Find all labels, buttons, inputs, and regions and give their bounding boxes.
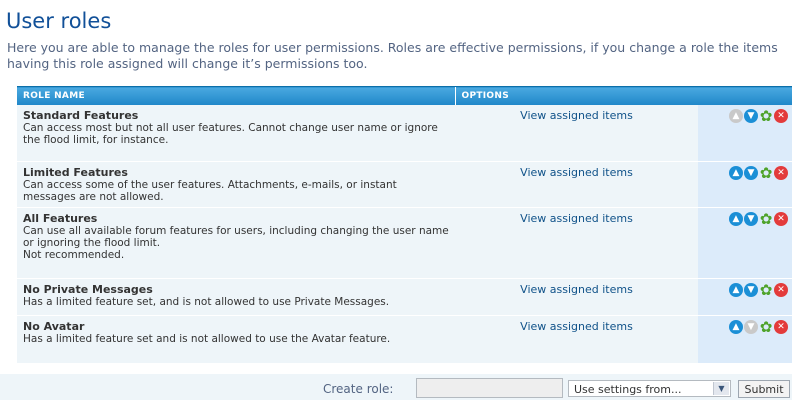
gear-icon[interactable]: ✿: [759, 319, 773, 334]
create-role-input[interactable]: [416, 378, 563, 398]
role-description: Can use all available forum features for…: [23, 224, 449, 261]
role-cell: All Features Can use all available forum …: [17, 207, 455, 279]
move-down-icon[interactable]: ▼: [744, 109, 758, 123]
view-cell: View assigned items: [455, 161, 698, 208]
actions-cell: ▲ ▼ ✿ ✕: [698, 207, 792, 279]
view-assigned-items-link[interactable]: View assigned items: [520, 212, 633, 225]
role-cell: No Avatar Has a limited feature set and i…: [17, 315, 455, 364]
move-down-icon: ▼: [744, 319, 758, 334]
view-cell: View assigned items: [455, 105, 698, 162]
view-assigned-items-link[interactable]: View assigned items: [520, 320, 633, 333]
delete-icon[interactable]: ✕: [774, 211, 788, 226]
settings-from-select[interactable]: Use settings from... ▼: [568, 380, 731, 397]
role-cell: No Private Messages Has a limited feature…: [17, 278, 455, 316]
role-name: All Features: [23, 211, 98, 225]
submit-button[interactable]: Submit: [738, 380, 790, 398]
chevron-down-icon: ▼: [713, 382, 729, 395]
settings-from-value: Use settings from...: [574, 383, 682, 396]
gear-icon[interactable]: ✿: [759, 165, 773, 180]
table-row: All Features Can use all available forum …: [17, 207, 792, 279]
role-name: Limited Features: [23, 165, 128, 179]
delete-icon[interactable]: ✕: [774, 109, 788, 123]
gear-icon[interactable]: ✿: [759, 211, 773, 226]
table-header-row: ROLE NAME OPTIONS: [17, 86, 792, 105]
table-row: No Private Messages Has a limited feature…: [17, 278, 792, 316]
move-up-icon[interactable]: ▲: [729, 165, 743, 180]
table-row: Limited Features Can access some of the u…: [17, 161, 792, 208]
delete-icon[interactable]: ✕: [774, 319, 788, 334]
delete-icon[interactable]: ✕: [774, 282, 788, 297]
table-row: Standard Features Can access most but not…: [17, 105, 792, 162]
actions-cell: ▲ ▼ ✿ ✕: [698, 105, 792, 162]
gear-icon[interactable]: ✿: [759, 109, 773, 124]
role-name: No Avatar: [23, 319, 85, 333]
role-description: Has a limited feature set and is not all…: [23, 332, 391, 345]
delete-icon[interactable]: ✕: [774, 165, 788, 180]
view-cell: View assigned items: [455, 278, 698, 316]
view-cell: View assigned items: [455, 207, 698, 279]
role-description: Can access most but not all user feature…: [23, 122, 438, 146]
role-description: Can access some of the user features. At…: [23, 178, 397, 203]
view-assigned-items-link[interactable]: View assigned items: [520, 166, 633, 179]
move-up-icon[interactable]: ▲: [729, 211, 743, 226]
table-row: No Avatar Has a limited feature set and i…: [17, 315, 792, 364]
role-cell: Limited Features Can access some of the u…: [17, 161, 455, 208]
role-description: Has a limited feature set, and is not al…: [23, 295, 390, 308]
view-cell: View assigned items: [455, 315, 698, 364]
header-role-name: ROLE NAME: [17, 86, 455, 105]
view-assigned-items-link[interactable]: View assigned items: [520, 283, 633, 296]
header-options: OPTIONS: [454, 86, 792, 105]
move-down-icon[interactable]: ▼: [744, 211, 758, 226]
move-down-icon[interactable]: ▼: [744, 165, 758, 180]
move-up-icon: ▲: [729, 109, 743, 123]
role-name: No Private Messages: [23, 282, 153, 296]
roles-table: ROLE NAME OPTIONS Standard Features Can a…: [17, 86, 792, 364]
move-up-icon[interactable]: ▲: [729, 319, 743, 334]
actions-cell: ▲ ▼ ✿ ✕: [698, 161, 792, 208]
view-assigned-items-link[interactable]: View assigned items: [520, 109, 633, 122]
create-role-bar: Create role: Use settings from... ▼ Subm…: [0, 374, 792, 400]
page-intro: Here you are able to manage the roles fo…: [7, 40, 778, 71]
role-cell: Standard Features Can access most but not…: [17, 105, 455, 162]
create-role-label: Create role:: [323, 382, 394, 396]
role-name: Standard Features: [23, 109, 139, 122]
actions-cell: ▲ ▼ ✿ ✕: [698, 315, 792, 364]
move-up-icon[interactable]: ▲: [729, 282, 743, 297]
actions-cell: ▲ ▼ ✿ ✕: [698, 278, 792, 316]
page-title: User roles: [6, 9, 112, 33]
gear-icon[interactable]: ✿: [759, 282, 773, 297]
role-rows: Standard Features Can access most but not…: [17, 105, 792, 364]
move-down-icon[interactable]: ▼: [744, 282, 758, 297]
